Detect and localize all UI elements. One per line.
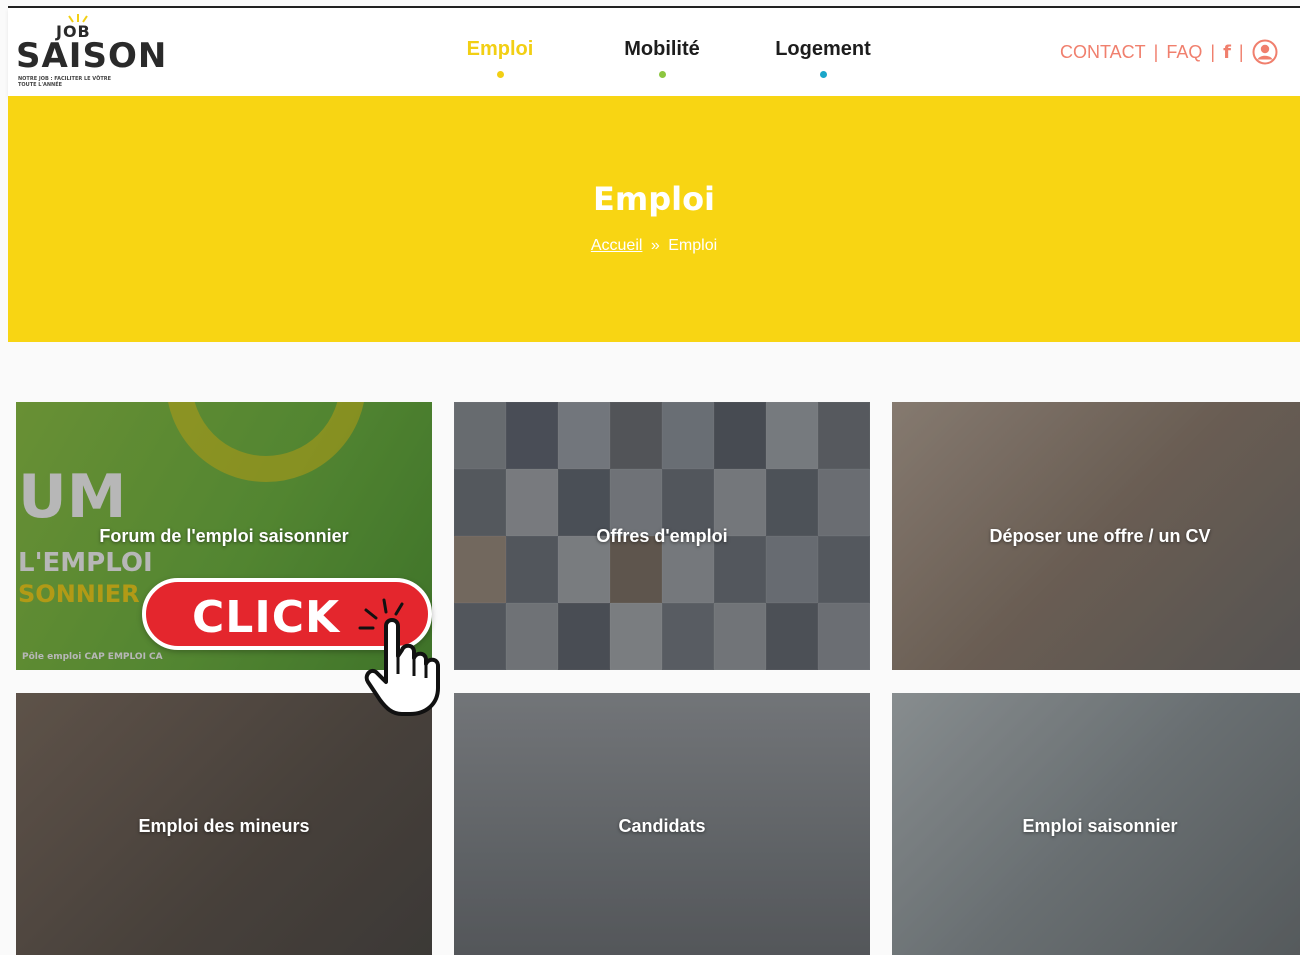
nav-label-emploi: Emploi [466, 38, 534, 60]
separator: | [1238, 41, 1244, 62]
job-saison-logo[interactable]: JOB SAISON NOTRE JOB : FACILITER LE VÔTR… [14, 12, 166, 94]
breadcrumb: Accueil » Emploi [8, 237, 1300, 255]
logo-tagline: NOTRE JOB : FACILITER LE VÔTRE TOUTE L'A… [18, 76, 112, 88]
nav-item-logement[interactable]: Logement [765, 38, 881, 78]
card-label: Forum de l'emploi saisonnier [99, 526, 349, 546]
nav-item-mobilite[interactable]: Mobilité [614, 38, 710, 78]
card-deposer-offre-cv[interactable]: Déposer une offre / un CV [892, 402, 1300, 670]
user-icon[interactable] [1252, 39, 1278, 65]
contact-link[interactable]: CONTACT [1060, 42, 1146, 63]
card-label: Déposer une offre / un CV [989, 526, 1211, 546]
card-emploi-mineurs[interactable]: Emploi des mineurs [16, 693, 432, 955]
nav-dot-mobilite [658, 71, 666, 78]
page-banner: Emploi Accueil » Emploi [8, 96, 1300, 342]
card-label: Candidats [618, 816, 706, 836]
card-label: Offres d'emploi [596, 526, 728, 546]
nav-dot-emploi [496, 71, 504, 78]
card-label: Emploi des mineurs [138, 816, 310, 836]
breadcrumb-current: Emploi [668, 237, 718, 254]
faq-link[interactable]: FAQ [1166, 42, 1202, 63]
logo-saison: SAISON [16, 36, 168, 76]
facebook-icon[interactable]: f [1223, 42, 1231, 63]
nav-label-mobilite: Mobilité [624, 38, 700, 60]
nav-label-logement: Logement [775, 38, 871, 60]
nav-item-emploi[interactable]: Emploi [460, 38, 540, 78]
card-emploi-saisonnier[interactable]: Emploi saisonnier [892, 693, 1300, 955]
breadcrumb-separator: » [650, 237, 660, 254]
pointing-hand-icon [358, 598, 440, 716]
separator: | [1153, 41, 1159, 62]
site-header: JOB SAISON NOTRE JOB : FACILITER LE VÔTR… [8, 8, 1300, 96]
card-label: Emploi saisonnier [1022, 816, 1178, 836]
breadcrumb-home-link[interactable]: Accueil [591, 237, 643, 254]
card-candidats[interactable]: Candidats [454, 693, 870, 955]
page-title: Emploi [592, 180, 716, 218]
separator: | [1210, 41, 1216, 62]
header-links: CONTACT | FAQ | f | [1060, 39, 1278, 65]
card-offres-emploi[interactable]: Offres d'emploi [454, 402, 870, 670]
click-sticker-text: CLICK [192, 592, 341, 643]
nav-dot-logement [819, 71, 827, 78]
